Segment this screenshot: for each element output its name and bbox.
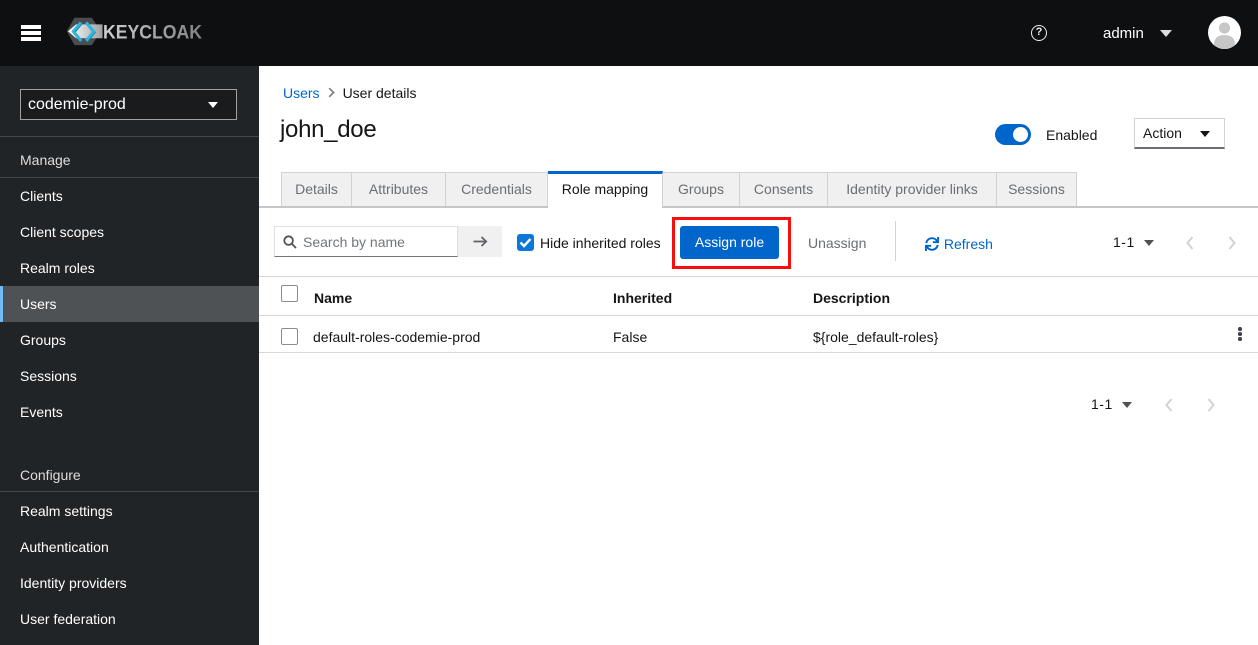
svg-text:KEYCLOAK: KEYCLOAK — [103, 23, 202, 44]
